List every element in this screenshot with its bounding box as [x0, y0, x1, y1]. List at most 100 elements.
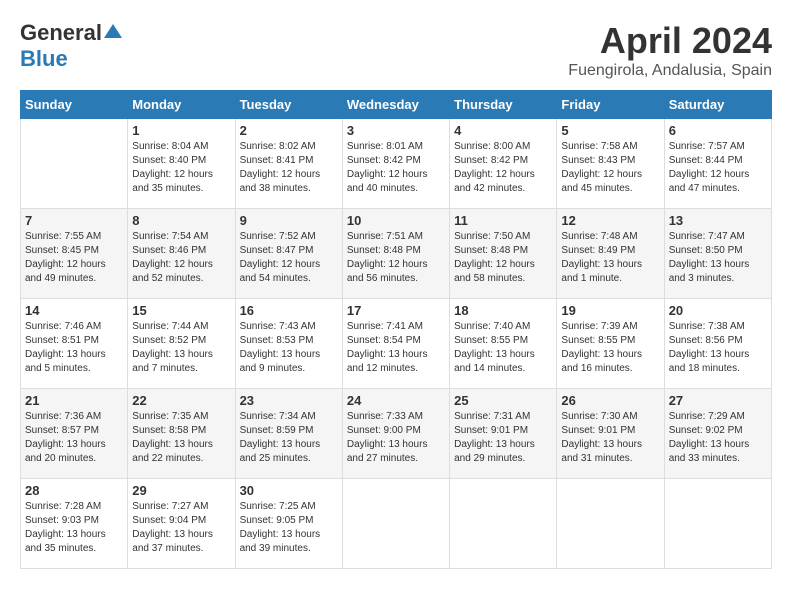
column-header-saturday: Saturday [664, 91, 771, 119]
title-area: April 2024 Fuengirola, Andalusia, Spain [568, 20, 772, 80]
week-row-1: 1 Sunrise: 8:04 AMSunset: 8:40 PMDayligh… [21, 119, 772, 209]
calendar-cell: 3 Sunrise: 8:01 AMSunset: 8:42 PMDayligh… [342, 119, 449, 209]
calendar-cell: 9 Sunrise: 7:52 AMSunset: 8:47 PMDayligh… [235, 209, 342, 299]
calendar-cell: 15 Sunrise: 7:44 AMSunset: 8:52 PMDaylig… [128, 299, 235, 389]
column-header-thursday: Thursday [450, 91, 557, 119]
day-info: Sunrise: 7:54 AMSunset: 8:46 PMDaylight:… [132, 231, 213, 284]
day-number: 12 [561, 213, 659, 228]
calendar-cell: 22 Sunrise: 7:35 AMSunset: 8:58 PMDaylig… [128, 389, 235, 479]
day-number: 22 [132, 393, 230, 408]
calendar-cell [557, 479, 664, 569]
day-number: 26 [561, 393, 659, 408]
day-number: 11 [454, 213, 552, 228]
column-header-monday: Monday [128, 91, 235, 119]
day-number: 3 [347, 123, 445, 138]
day-number: 19 [561, 303, 659, 318]
calendar-cell [342, 479, 449, 569]
day-number: 17 [347, 303, 445, 318]
column-header-friday: Friday [557, 91, 664, 119]
day-number: 7 [25, 213, 123, 228]
day-number: 27 [669, 393, 767, 408]
day-number: 2 [240, 123, 338, 138]
calendar-table: SundayMondayTuesdayWednesdayThursdayFrid… [20, 90, 772, 569]
day-info: Sunrise: 8:04 AMSunset: 8:40 PMDaylight:… [132, 141, 213, 194]
logo-general: General [20, 20, 102, 46]
calendar-cell: 26 Sunrise: 7:30 AMSunset: 9:01 PMDaylig… [557, 389, 664, 479]
calendar-cell [664, 479, 771, 569]
calendar-cell: 30 Sunrise: 7:25 AMSunset: 9:05 PMDaylig… [235, 479, 342, 569]
day-info: Sunrise: 7:58 AMSunset: 8:43 PMDaylight:… [561, 141, 642, 194]
day-info: Sunrise: 7:29 AMSunset: 9:02 PMDaylight:… [669, 411, 750, 464]
day-info: Sunrise: 8:00 AMSunset: 8:42 PMDaylight:… [454, 141, 535, 194]
calendar-body: 1 Sunrise: 8:04 AMSunset: 8:40 PMDayligh… [21, 119, 772, 569]
day-info: Sunrise: 7:57 AMSunset: 8:44 PMDaylight:… [669, 141, 750, 194]
logo-blue: Blue [20, 46, 68, 71]
calendar-cell: 6 Sunrise: 7:57 AMSunset: 8:44 PMDayligh… [664, 119, 771, 209]
calendar-cell: 8 Sunrise: 7:54 AMSunset: 8:46 PMDayligh… [128, 209, 235, 299]
calendar-cell: 1 Sunrise: 8:04 AMSunset: 8:40 PMDayligh… [128, 119, 235, 209]
day-number: 24 [347, 393, 445, 408]
day-number: 18 [454, 303, 552, 318]
calendar-cell: 28 Sunrise: 7:28 AMSunset: 9:03 PMDaylig… [21, 479, 128, 569]
day-number: 16 [240, 303, 338, 318]
day-number: 9 [240, 213, 338, 228]
column-header-tuesday: Tuesday [235, 91, 342, 119]
calendar-cell: 27 Sunrise: 7:29 AMSunset: 9:02 PMDaylig… [664, 389, 771, 479]
calendar-cell: 12 Sunrise: 7:48 AMSunset: 8:49 PMDaylig… [557, 209, 664, 299]
day-number: 29 [132, 483, 230, 498]
calendar-cell: 21 Sunrise: 7:36 AMSunset: 8:57 PMDaylig… [21, 389, 128, 479]
calendar-cell: 23 Sunrise: 7:34 AMSunset: 8:59 PMDaylig… [235, 389, 342, 479]
day-number: 21 [25, 393, 123, 408]
column-header-sunday: Sunday [21, 91, 128, 119]
day-number: 23 [240, 393, 338, 408]
column-header-wednesday: Wednesday [342, 91, 449, 119]
logo-bird-icon [104, 22, 122, 40]
calendar-cell: 18 Sunrise: 7:40 AMSunset: 8:55 PMDaylig… [450, 299, 557, 389]
calendar-cell: 4 Sunrise: 8:00 AMSunset: 8:42 PMDayligh… [450, 119, 557, 209]
day-info: Sunrise: 7:47 AMSunset: 8:50 PMDaylight:… [669, 231, 750, 284]
calendar-cell: 16 Sunrise: 7:43 AMSunset: 8:53 PMDaylig… [235, 299, 342, 389]
day-number: 10 [347, 213, 445, 228]
day-number: 13 [669, 213, 767, 228]
day-info: Sunrise: 7:35 AMSunset: 8:58 PMDaylight:… [132, 411, 213, 464]
calendar-cell: 17 Sunrise: 7:41 AMSunset: 8:54 PMDaylig… [342, 299, 449, 389]
day-number: 4 [454, 123, 552, 138]
calendar-cell: 13 Sunrise: 7:47 AMSunset: 8:50 PMDaylig… [664, 209, 771, 299]
month-title: April 2024 [568, 20, 772, 62]
day-info: Sunrise: 7:48 AMSunset: 8:49 PMDaylight:… [561, 231, 642, 284]
calendar-cell: 20 Sunrise: 7:38 AMSunset: 8:56 PMDaylig… [664, 299, 771, 389]
location: Fuengirola, Andalusia, Spain [568, 62, 772, 80]
calendar-cell: 5 Sunrise: 7:58 AMSunset: 8:43 PMDayligh… [557, 119, 664, 209]
day-info: Sunrise: 7:44 AMSunset: 8:52 PMDaylight:… [132, 321, 213, 374]
day-info: Sunrise: 7:40 AMSunset: 8:55 PMDaylight:… [454, 321, 535, 374]
day-info: Sunrise: 7:46 AMSunset: 8:51 PMDaylight:… [25, 321, 106, 374]
calendar-cell: 2 Sunrise: 8:02 AMSunset: 8:41 PMDayligh… [235, 119, 342, 209]
day-number: 1 [132, 123, 230, 138]
calendar-cell: 29 Sunrise: 7:27 AMSunset: 9:04 PMDaylig… [128, 479, 235, 569]
day-info: Sunrise: 7:30 AMSunset: 9:01 PMDaylight:… [561, 411, 642, 464]
day-number: 25 [454, 393, 552, 408]
calendar-cell: 19 Sunrise: 7:39 AMSunset: 8:55 PMDaylig… [557, 299, 664, 389]
day-info: Sunrise: 8:01 AMSunset: 8:42 PMDaylight:… [347, 141, 428, 194]
day-info: Sunrise: 7:50 AMSunset: 8:48 PMDaylight:… [454, 231, 535, 284]
week-row-5: 28 Sunrise: 7:28 AMSunset: 9:03 PMDaylig… [21, 479, 772, 569]
header-row: SundayMondayTuesdayWednesdayThursdayFrid… [21, 91, 772, 119]
calendar-cell: 7 Sunrise: 7:55 AMSunset: 8:45 PMDayligh… [21, 209, 128, 299]
day-number: 6 [669, 123, 767, 138]
day-number: 15 [132, 303, 230, 318]
calendar-header: SundayMondayTuesdayWednesdayThursdayFrid… [21, 91, 772, 119]
day-info: Sunrise: 7:55 AMSunset: 8:45 PMDaylight:… [25, 231, 106, 284]
day-number: 5 [561, 123, 659, 138]
calendar-cell [450, 479, 557, 569]
calendar-cell: 10 Sunrise: 7:51 AMSunset: 8:48 PMDaylig… [342, 209, 449, 299]
day-info: Sunrise: 7:36 AMSunset: 8:57 PMDaylight:… [25, 411, 106, 464]
calendar-cell: 25 Sunrise: 7:31 AMSunset: 9:01 PMDaylig… [450, 389, 557, 479]
page-header: General Blue April 2024 Fuengirola, Anda… [20, 20, 772, 80]
day-info: Sunrise: 7:38 AMSunset: 8:56 PMDaylight:… [669, 321, 750, 374]
calendar-cell [21, 119, 128, 209]
week-row-4: 21 Sunrise: 7:36 AMSunset: 8:57 PMDaylig… [21, 389, 772, 479]
day-info: Sunrise: 7:33 AMSunset: 9:00 PMDaylight:… [347, 411, 428, 464]
day-info: Sunrise: 7:25 AMSunset: 9:05 PMDaylight:… [240, 501, 321, 554]
day-info: Sunrise: 7:28 AMSunset: 9:03 PMDaylight:… [25, 501, 106, 554]
calendar-cell: 11 Sunrise: 7:50 AMSunset: 8:48 PMDaylig… [450, 209, 557, 299]
